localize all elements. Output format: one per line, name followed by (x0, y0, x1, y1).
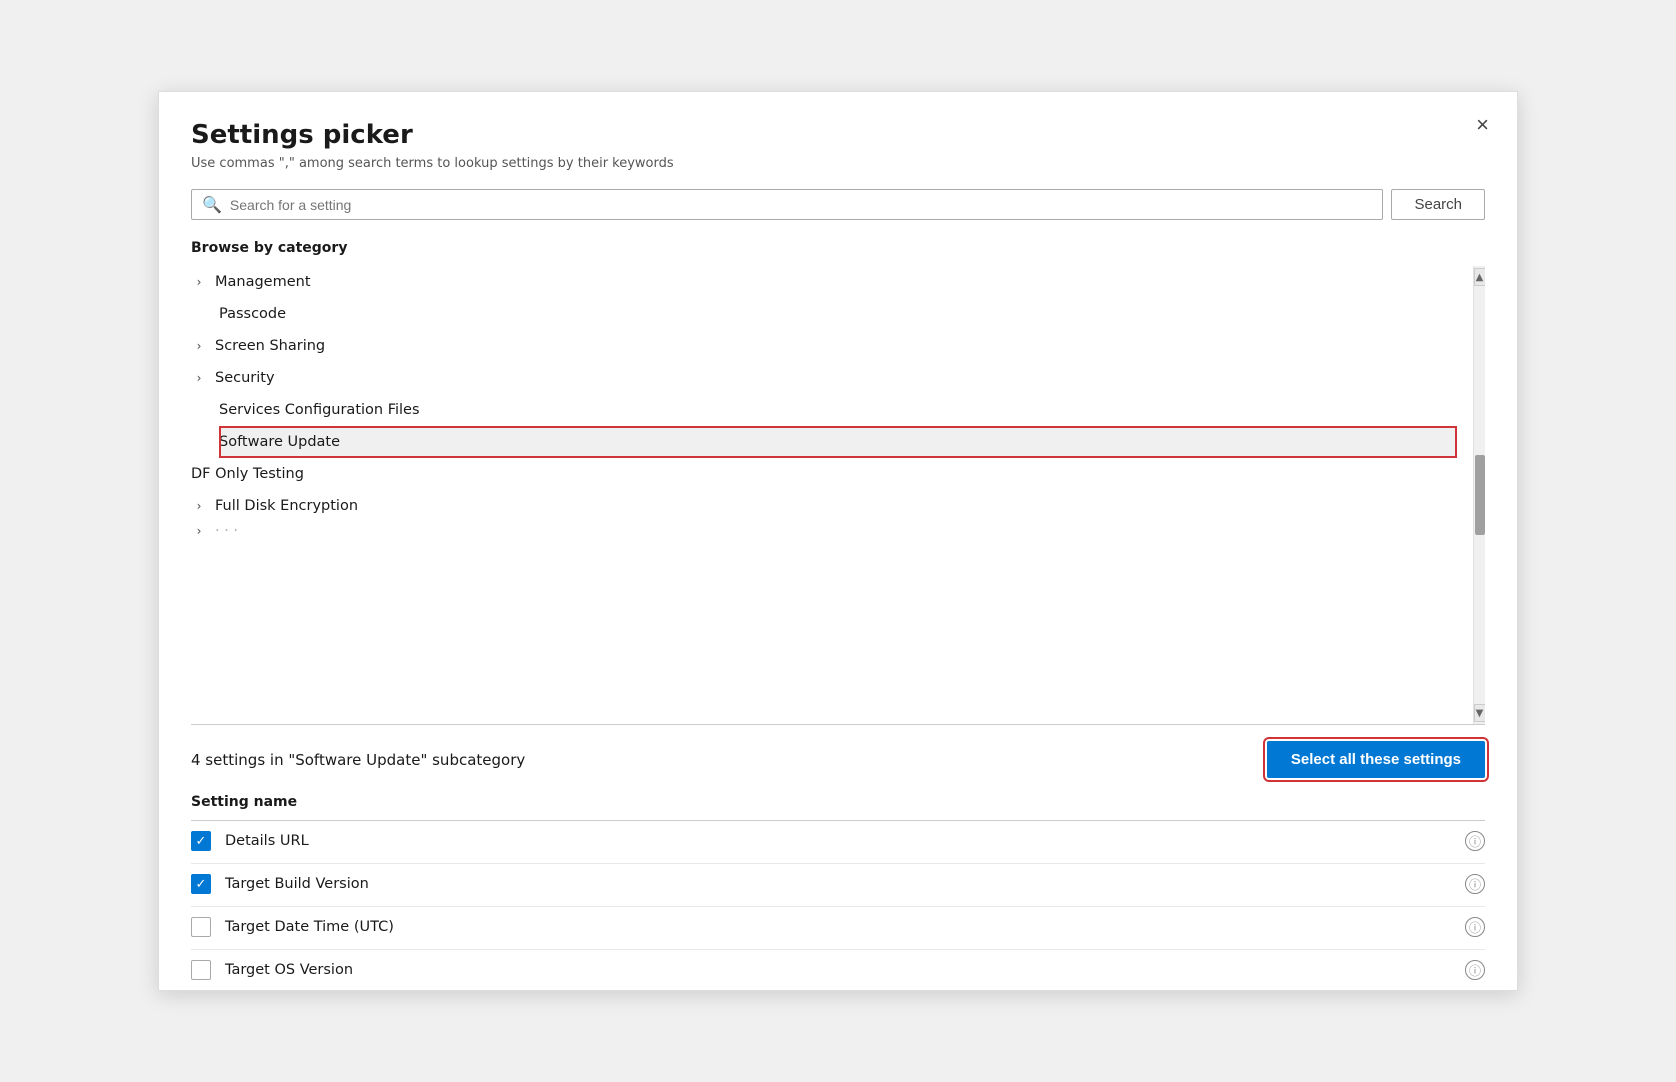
chevron-icon: › (191, 371, 207, 385)
search-button[interactable]: Search (1391, 189, 1485, 220)
search-row: 🔍 Search (191, 189, 1485, 220)
close-button[interactable]: × (1476, 114, 1489, 136)
category-item-software-update[interactable]: Software Update (219, 426, 1457, 458)
search-icon: 🔍 (202, 195, 222, 214)
setting-row-target-date-time: Target Date Time (UTC) ⓘ (191, 906, 1485, 947)
setting-row-target-build-version: Target Build Version ⓘ (191, 863, 1485, 904)
dialog-title: Settings picker (191, 120, 1485, 150)
category-list: › Management Passcode › Screen Sharing ›… (191, 266, 1473, 724)
scroll-up-arrow[interactable]: ▲ (1474, 268, 1486, 286)
settings-list: Details URL ⓘ Target Build Version ⓘ Tar… (191, 820, 1485, 990)
category-label: · · · (215, 523, 238, 539)
category-item-more[interactable]: › · · · (191, 522, 1457, 540)
category-label: Passcode (219, 306, 286, 322)
category-item-passcode[interactable]: Passcode (219, 298, 1457, 330)
category-label: Full Disk Encryption (215, 498, 358, 514)
checkbox-details-url[interactable] (191, 831, 211, 851)
checkbox-target-date-time[interactable] (191, 917, 211, 937)
category-label: Security (215, 370, 275, 386)
setting-label-target-os-version: Target OS Version (225, 962, 1465, 978)
info-icon-target-os-version[interactable]: ⓘ (1465, 960, 1485, 980)
category-label: Software Update (219, 434, 340, 450)
scroll-thumb[interactable] (1475, 455, 1485, 535)
settings-picker-dialog: Settings picker Use commas "," among sea… (158, 91, 1518, 991)
scroll-down-arrow[interactable]: ▼ (1474, 704, 1486, 722)
info-icon-target-date-time[interactable]: ⓘ (1465, 917, 1485, 937)
category-item-services-config[interactable]: Services Configuration Files (219, 394, 1457, 426)
category-item-management[interactable]: › Management (191, 266, 1457, 298)
category-label: DF Only Testing (191, 466, 304, 482)
search-input-wrapper[interactable]: 🔍 (191, 189, 1383, 220)
category-item-full-disk-encryption[interactable]: › Full Disk Encryption (191, 490, 1457, 522)
setting-row-details-url: Details URL ⓘ (191, 820, 1485, 861)
bottom-section: 4 settings in "Software Update" subcateg… (191, 725, 1485, 990)
chevron-icon: › (191, 275, 207, 289)
search-input[interactable] (230, 197, 1373, 213)
browse-label: Browse by category (191, 240, 1485, 256)
setting-label-details-url: Details URL (225, 833, 1465, 849)
bottom-header: 4 settings in "Software Update" subcateg… (191, 741, 1485, 778)
scrollbar[interactable]: ▲ ▼ (1473, 266, 1485, 724)
category-label: Management (215, 274, 311, 290)
chevron-icon: › (191, 339, 207, 353)
category-list-container: › Management Passcode › Screen Sharing ›… (191, 266, 1485, 725)
category-item-security[interactable]: › Security (191, 362, 1457, 394)
settings-count: 4 settings in "Software Update" subcateg… (191, 751, 525, 769)
setting-label-target-date-time: Target Date Time (UTC) (225, 919, 1465, 935)
checkbox-target-os-version[interactable] (191, 960, 211, 980)
setting-label-target-build-version: Target Build Version (225, 876, 1465, 892)
category-item-df-only-testing[interactable]: DF Only Testing (191, 458, 1457, 490)
dialog-subtitle: Use commas "," among search terms to loo… (191, 156, 1485, 171)
category-item-screen-sharing[interactable]: › Screen Sharing (191, 330, 1457, 362)
checkbox-target-build-version[interactable] (191, 874, 211, 894)
chevron-icon: › (191, 524, 207, 538)
category-label: Screen Sharing (215, 338, 325, 354)
info-icon-target-build-version[interactable]: ⓘ (1465, 874, 1485, 894)
category-label: Services Configuration Files (219, 402, 420, 418)
chevron-icon: › (191, 499, 207, 513)
select-all-button[interactable]: Select all these settings (1267, 741, 1485, 778)
setting-row-target-os-version: Target OS Version ⓘ (191, 949, 1485, 990)
settings-col-header: Setting name (191, 794, 1485, 810)
info-icon-details-url[interactable]: ⓘ (1465, 831, 1485, 851)
